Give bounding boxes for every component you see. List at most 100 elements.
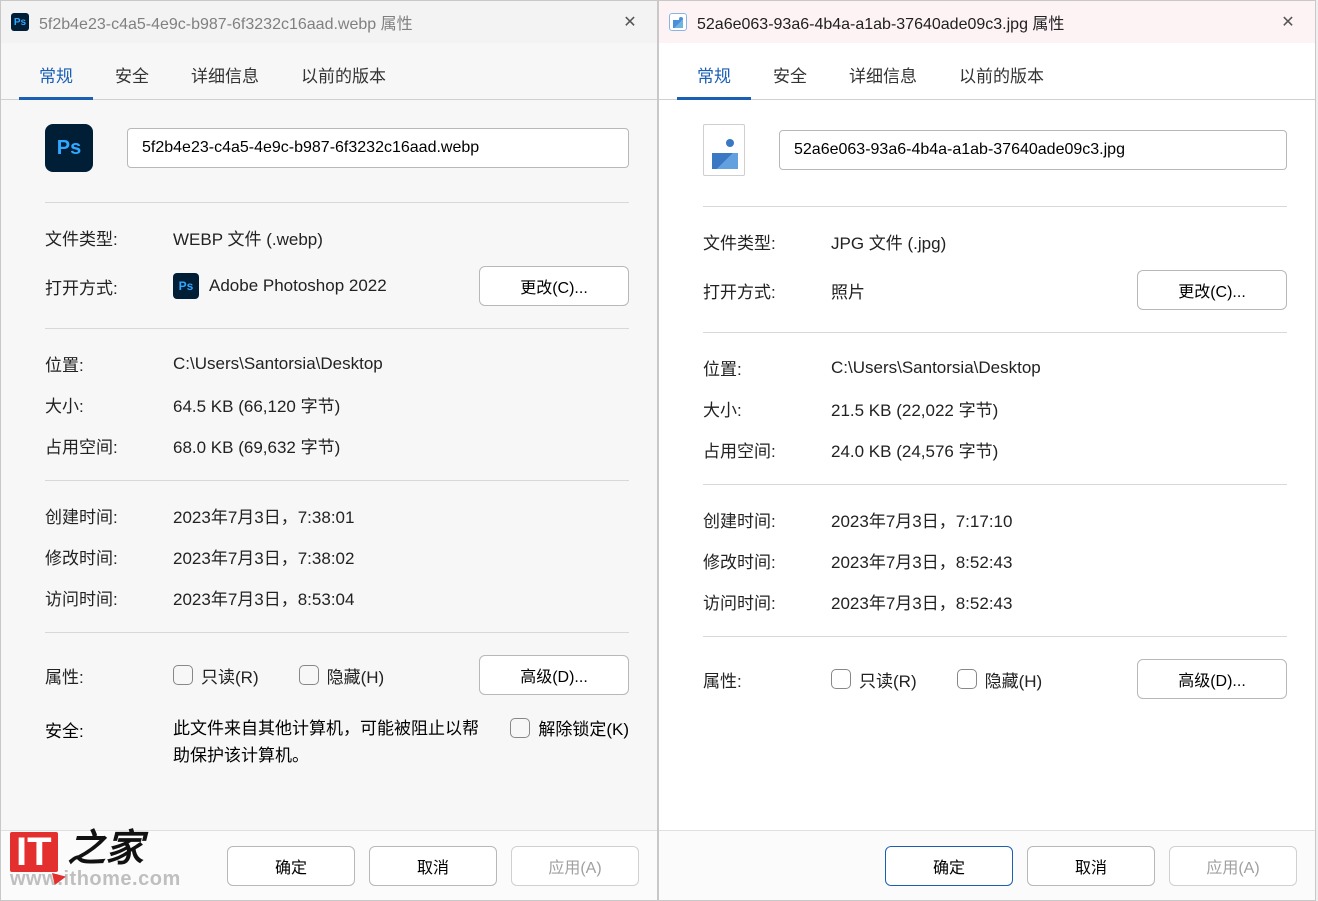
size-on-disk-value: 24.0 KB (24,576 字节) (831, 437, 1287, 462)
tab-security[interactable]: 安全 (95, 54, 169, 100)
created-label: 创建时间: (45, 503, 173, 528)
location-label: 位置: (45, 351, 173, 376)
size-value: 21.5 KB (22,022 字节) (831, 396, 1287, 421)
file-type-value: JPG 文件 (.jpg) (831, 229, 1287, 254)
security-label: 安全: (45, 715, 173, 742)
hidden-checkbox[interactable]: 隐藏(H) (299, 663, 385, 688)
accessed-value: 2023年7月3日，8:52:43 (831, 589, 1287, 614)
readonly-label: 只读(R) (201, 663, 259, 688)
advanced-button[interactable]: 高级(D)... (1137, 659, 1287, 699)
divider (703, 206, 1287, 207)
location-label: 位置: (703, 355, 831, 380)
accessed-label: 访问时间: (703, 589, 831, 614)
checkbox-icon (831, 669, 851, 689)
divider (45, 632, 629, 633)
apply-button[interactable]: 应用(A) (1169, 846, 1297, 886)
unblock-label: 解除锁定(K) (538, 715, 629, 740)
open-with-label: 打开方式: (45, 274, 173, 299)
hidden-label: 隐藏(H) (985, 667, 1043, 692)
divider (703, 332, 1287, 333)
advanced-button[interactable]: 高级(D)... (479, 655, 629, 695)
filename-input[interactable] (127, 128, 629, 168)
tab-general[interactable]: 常规 (19, 54, 93, 100)
file-type-value: WEBP 文件 (.webp) (173, 225, 629, 250)
file-type-label: 文件类型: (45, 225, 173, 250)
properties-dialog-webp: Ps 5f2b4e23-c4a5-4e9c-b987-6f3232c16aad.… (0, 0, 658, 901)
photoshop-icon: Ps (11, 13, 29, 31)
ok-button[interactable]: 确定 (227, 846, 355, 886)
watermark: IT 之家 www.ithome.com (10, 817, 181, 891)
properties-dialog-jpg: 52a6e063-93a6-4b4a-a1ab-37640ade09c3.jpg… (658, 0, 1316, 901)
divider (703, 636, 1287, 637)
tab-details[interactable]: 详细信息 (171, 54, 279, 100)
size-on-disk-label: 占用空间: (703, 437, 831, 462)
change-app-button[interactable]: 更改(C)... (479, 266, 629, 306)
modified-value: 2023年7月3日，8:52:43 (831, 548, 1287, 573)
watermark-logo: IT (10, 832, 58, 872)
ok-button[interactable]: 确定 (885, 846, 1013, 886)
file-type-icon: Ps (45, 124, 93, 172)
close-icon[interactable]: ✕ (1265, 1, 1311, 43)
checkbox-icon (173, 665, 193, 685)
close-icon[interactable]: ✕ (607, 1, 653, 43)
divider (703, 484, 1287, 485)
accessed-label: 访问时间: (45, 585, 173, 610)
watermark-text: 之家 (68, 817, 144, 872)
hidden-label: 隐藏(H) (327, 663, 385, 688)
general-tab-content: Ps 文件类型: WEBP 文件 (.webp) 打开方式: Ps Adobe … (1, 100, 657, 830)
attributes-label: 属性: (703, 667, 831, 692)
filename-input[interactable] (779, 130, 1287, 170)
modified-label: 修改时间: (703, 548, 831, 573)
open-with-app: 照片 (831, 278, 865, 303)
size-label: 大小: (703, 396, 831, 421)
change-app-button[interactable]: 更改(C)... (1137, 270, 1287, 310)
modified-label: 修改时间: (45, 544, 173, 569)
tab-strip: 常规 安全 详细信息 以前的版本 (1, 43, 657, 100)
created-value: 2023年7月3日，7:38:01 (173, 503, 629, 528)
checkbox-icon (299, 665, 319, 685)
security-text: 此文件来自其他计算机，可能被阻止以帮助保护该计算机。 (173, 715, 498, 769)
checkbox-icon (957, 669, 977, 689)
tab-previous-versions[interactable]: 以前的版本 (939, 54, 1064, 100)
modified-value: 2023年7月3日，7:38:02 (173, 544, 629, 569)
window-title: 5f2b4e23-c4a5-4e9c-b987-6f3232c16aad.web… (39, 10, 607, 34)
unblock-checkbox[interactable]: 解除锁定(K) (510, 715, 629, 740)
apply-button[interactable]: 应用(A) (511, 846, 639, 886)
image-file-icon (669, 13, 687, 31)
location-value: C:\Users\Santorsia\Desktop (173, 354, 629, 374)
hidden-checkbox[interactable]: 隐藏(H) (957, 667, 1043, 692)
window-title: 52a6e063-93a6-4b4a-a1ab-37640ade09c3.jpg… (697, 10, 1265, 34)
readonly-checkbox[interactable]: 只读(R) (173, 663, 259, 688)
checkbox-icon (510, 718, 530, 738)
tab-general[interactable]: 常规 (677, 54, 751, 100)
app-icon: Ps (173, 273, 199, 299)
dialog-footer: 确定 取消 应用(A) (659, 830, 1315, 900)
general-tab-content: 文件类型: JPG 文件 (.jpg) 打开方式: 照片 更改(C)... 位置… (659, 100, 1315, 830)
divider (45, 328, 629, 329)
tab-strip: 常规 安全 详细信息 以前的版本 (659, 43, 1315, 100)
cancel-button[interactable]: 取消 (369, 846, 497, 886)
location-value: C:\Users\Santorsia\Desktop (831, 358, 1287, 378)
tab-details[interactable]: 详细信息 (829, 54, 937, 100)
tab-previous-versions[interactable]: 以前的版本 (281, 54, 406, 100)
divider (45, 202, 629, 203)
created-value: 2023年7月3日，7:17:10 (831, 507, 1287, 532)
file-type-icon (703, 124, 745, 176)
size-on-disk-label: 占用空间: (45, 433, 173, 458)
cancel-button[interactable]: 取消 (1027, 846, 1155, 886)
open-with-app: Adobe Photoshop 2022 (209, 276, 387, 296)
attributes-label: 属性: (45, 663, 173, 688)
size-value: 64.5 KB (66,120 字节) (173, 392, 629, 417)
file-type-label: 文件类型: (703, 229, 831, 254)
titlebar[interactable]: Ps 5f2b4e23-c4a5-4e9c-b987-6f3232c16aad.… (1, 1, 657, 43)
readonly-checkbox[interactable]: 只读(R) (831, 667, 917, 692)
size-label: 大小: (45, 392, 173, 417)
divider (45, 480, 629, 481)
open-with-label: 打开方式: (703, 278, 831, 303)
tab-security[interactable]: 安全 (753, 54, 827, 100)
size-on-disk-value: 68.0 KB (69,632 字节) (173, 433, 629, 458)
titlebar[interactable]: 52a6e063-93a6-4b4a-a1ab-37640ade09c3.jpg… (659, 1, 1315, 43)
readonly-label: 只读(R) (859, 667, 917, 692)
watermark-url: www.ithome.com (10, 868, 181, 891)
accessed-value: 2023年7月3日，8:53:04 (173, 585, 629, 610)
